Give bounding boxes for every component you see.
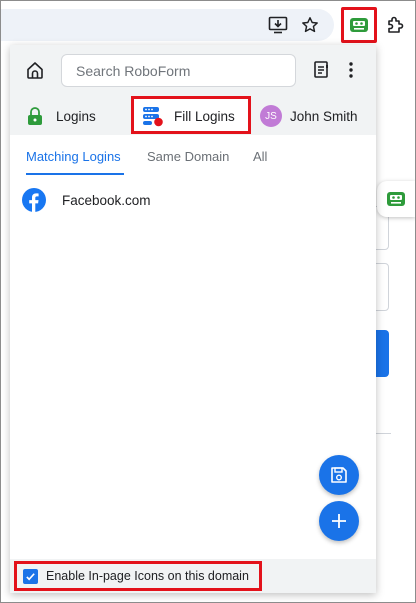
more-menu-icon[interactable] <box>339 58 363 82</box>
save-icon <box>331 467 347 483</box>
fill-form-icon[interactable] <box>310 58 334 82</box>
list-item[interactable]: Facebook.com <box>22 187 151 213</box>
nav-logins[interactable]: Logins <box>24 101 96 131</box>
add-button[interactable] <box>319 501 359 541</box>
screenshot-frame: Logins Fill Logins JS John Smith Matchin… <box>0 0 416 603</box>
roboform-extension-icon[interactable] <box>345 11 373 39</box>
search-input[interactable] <box>61 54 296 87</box>
login-tabs: Matching Logins Same Domain All <box>10 145 376 175</box>
lock-icon <box>24 105 46 127</box>
browser-toolbar <box>1 1 415 49</box>
plus-icon <box>332 514 346 528</box>
roboform-popup: Logins Fill Logins JS John Smith Matchin… <box>10 45 376 593</box>
roboform-inpage-icon[interactable] <box>377 181 415 217</box>
background-button <box>375 330 389 377</box>
avatar: JS <box>260 105 282 127</box>
inpage-icons-label: Enable In-page Icons on this domain <box>46 569 249 583</box>
install-app-icon[interactable] <box>264 11 292 39</box>
background-divider <box>375 433 391 434</box>
checkmark-icon <box>26 572 35 580</box>
popup-header: Logins Fill Logins JS John Smith <box>10 45 376 135</box>
home-icon[interactable] <box>22 57 48 83</box>
login-site-name: Facebook.com <box>62 192 151 208</box>
bookmark-star-icon[interactable] <box>296 11 324 39</box>
inpage-icons-option[interactable]: Enable In-page Icons on this domain <box>14 561 262 591</box>
save-button[interactable] <box>319 455 359 495</box>
inpage-icons-checkbox[interactable] <box>23 568 38 584</box>
popup-footer: Enable In-page Icons on this domain <box>10 559 376 593</box>
tab-matching-logins[interactable]: Matching Logins <box>26 145 124 175</box>
nav-fill-logins[interactable]: Fill Logins <box>142 101 235 131</box>
fill-logins-icon <box>142 105 164 127</box>
tab-all[interactable]: All <box>253 145 267 175</box>
user-name: John Smith <box>290 108 358 124</box>
nav-logins-label: Logins <box>56 108 96 124</box>
tab-same-domain[interactable]: Same Domain <box>147 145 229 175</box>
extensions-puzzle-icon[interactable] <box>381 11 409 39</box>
nav-user-profile[interactable]: JS John Smith <box>260 101 358 131</box>
nav-fill-logins-label: Fill Logins <box>174 108 235 124</box>
facebook-icon <box>22 188 46 212</box>
